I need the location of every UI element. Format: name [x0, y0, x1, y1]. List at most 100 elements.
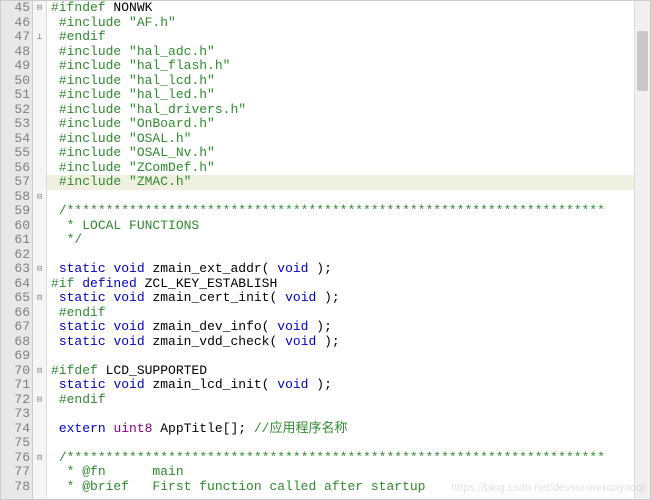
fold-marker[interactable]: [33, 132, 46, 147]
token-tp: uint8: [113, 421, 152, 436]
code-line[interactable]: [51, 248, 650, 263]
fold-marker[interactable]: [33, 248, 46, 263]
token-cm: * @fn main: [59, 464, 184, 479]
fold-marker[interactable]: ⊟: [33, 262, 46, 277]
fold-marker[interactable]: [33, 306, 46, 321]
code-line[interactable]: #endif: [51, 393, 650, 408]
fold-marker[interactable]: ⊟: [33, 291, 46, 306]
code-line[interactable]: static void zmain_cert_init( void );: [51, 291, 650, 306]
fold-marker[interactable]: [33, 175, 46, 190]
token-kw: static: [59, 319, 106, 334]
fold-gutter[interactable]: ⊟ ⊥ ⊟ ⊟ ⊟ ⊟ ⊟ ⊟: [33, 1, 47, 499]
code-line[interactable]: [51, 407, 650, 422]
code-line[interactable]: #endif: [51, 30, 650, 45]
code-line[interactable]: #ifdef LCD_SUPPORTED: [51, 364, 650, 379]
code-line[interactable]: /***************************************…: [51, 204, 650, 219]
line-number: 76: [1, 451, 30, 466]
fold-marker[interactable]: [33, 233, 46, 248]
token-cm: /***************************************…: [59, 450, 605, 465]
code-line[interactable]: static void zmain_ext_addr( void );: [51, 262, 650, 277]
code-line[interactable]: #include "AF.h": [51, 16, 650, 31]
code-line[interactable]: static void zmain_vdd_check( void );: [51, 335, 650, 350]
fold-marker[interactable]: [33, 320, 46, 335]
fold-marker[interactable]: [33, 204, 46, 219]
code-line[interactable]: static void zmain_lcd_init( void );: [51, 378, 650, 393]
fold-marker[interactable]: [33, 161, 46, 176]
fold-marker[interactable]: [33, 59, 46, 74]
fold-marker[interactable]: [33, 219, 46, 234]
code-line[interactable]: #include "OnBoard.h": [51, 117, 650, 132]
fold-marker[interactable]: [33, 74, 46, 89]
token-id: [51, 479, 59, 494]
token-kw: void: [113, 377, 144, 392]
code-line[interactable]: #include "OSAL.h": [51, 132, 650, 147]
token-prep: #endif: [59, 305, 106, 320]
code-line[interactable]: static void zmain_dev_info( void );: [51, 320, 650, 335]
fold-marker[interactable]: ⊟: [33, 364, 46, 379]
token-id: [51, 29, 59, 44]
line-number: 53: [1, 117, 30, 132]
token-id: [51, 261, 59, 276]
fold-marker[interactable]: [33, 88, 46, 103]
code-line[interactable]: [51, 349, 650, 364]
fold-marker[interactable]: [33, 45, 46, 60]
fold-marker[interactable]: ⊟: [33, 1, 46, 16]
fold-marker[interactable]: [33, 465, 46, 480]
code-line[interactable]: /***************************************…: [51, 451, 650, 466]
line-number: 72: [1, 393, 30, 408]
fold-marker[interactable]: [33, 407, 46, 422]
code-line[interactable]: [51, 190, 650, 205]
fold-marker[interactable]: [33, 436, 46, 451]
code-line[interactable]: #include "OSAL_Nv.h": [51, 146, 650, 161]
line-number: 51: [1, 88, 30, 103]
token-cm: //应用程序名称: [254, 421, 348, 436]
code-line[interactable]: #if defined ZCL_KEY_ESTABLISH: [51, 277, 650, 292]
token-prep: #include: [59, 87, 129, 102]
fold-marker[interactable]: [33, 146, 46, 161]
fold-marker[interactable]: [33, 378, 46, 393]
code-line[interactable]: [51, 436, 650, 451]
fold-marker[interactable]: [33, 422, 46, 437]
code-line[interactable]: #include "ZMAC.h": [51, 175, 650, 190]
token-str: "ZComDef.h": [129, 160, 215, 175]
token-id: ZCL_KEY_ESTABLISH: [137, 276, 277, 291]
token-id: [51, 73, 59, 88]
line-number: 52: [1, 103, 30, 118]
code-line[interactable]: */: [51, 233, 650, 248]
line-number: 70: [1, 364, 30, 379]
code-line[interactable]: #include "hal_led.h": [51, 88, 650, 103]
code-line[interactable]: #include "hal_adc.h": [51, 45, 650, 60]
fold-marker[interactable]: [33, 103, 46, 118]
code-line[interactable]: #include "hal_lcd.h": [51, 74, 650, 89]
fold-marker[interactable]: ⊟: [33, 393, 46, 408]
code-line[interactable]: #include "hal_drivers.h": [51, 103, 650, 118]
token-kw: static: [59, 377, 106, 392]
token-id: [51, 305, 59, 320]
line-number: 73: [1, 407, 30, 422]
token-prep: #include: [59, 116, 129, 131]
fold-marker[interactable]: [33, 349, 46, 364]
token-kw: void: [277, 377, 308, 392]
code-line[interactable]: #ifndef NONWK: [51, 1, 650, 16]
fold-marker[interactable]: [33, 480, 46, 495]
code-area[interactable]: #ifndef NONWK #include "AF.h" #endif #in…: [47, 1, 650, 499]
fold-marker[interactable]: [33, 335, 46, 350]
fold-marker[interactable]: ⊟: [33, 451, 46, 466]
code-line[interactable]: #include "ZComDef.h": [51, 161, 650, 176]
fold-marker[interactable]: ⊥: [33, 30, 46, 45]
vertical-scrollbar[interactable]: [634, 1, 650, 499]
code-line[interactable]: * LOCAL FUNCTIONS: [51, 219, 650, 234]
scrollbar-thumb[interactable]: [637, 31, 648, 91]
code-line[interactable]: extern uint8 AppTitle[]; //应用程序名称: [51, 422, 650, 437]
token-kw: void: [113, 319, 144, 334]
code-line[interactable]: #include "hal_flash.h": [51, 59, 650, 74]
token-id: zmain_lcd_init(: [145, 377, 278, 392]
fold-marker[interactable]: [33, 277, 46, 292]
code-line[interactable]: * @fn main: [51, 465, 650, 480]
fold-marker[interactable]: [33, 16, 46, 31]
fold-marker[interactable]: ⊟: [33, 190, 46, 205]
fold-marker[interactable]: [33, 117, 46, 132]
line-number: 74: [1, 422, 30, 437]
token-prep: #if: [51, 276, 74, 291]
code-line[interactable]: #endif: [51, 306, 650, 321]
